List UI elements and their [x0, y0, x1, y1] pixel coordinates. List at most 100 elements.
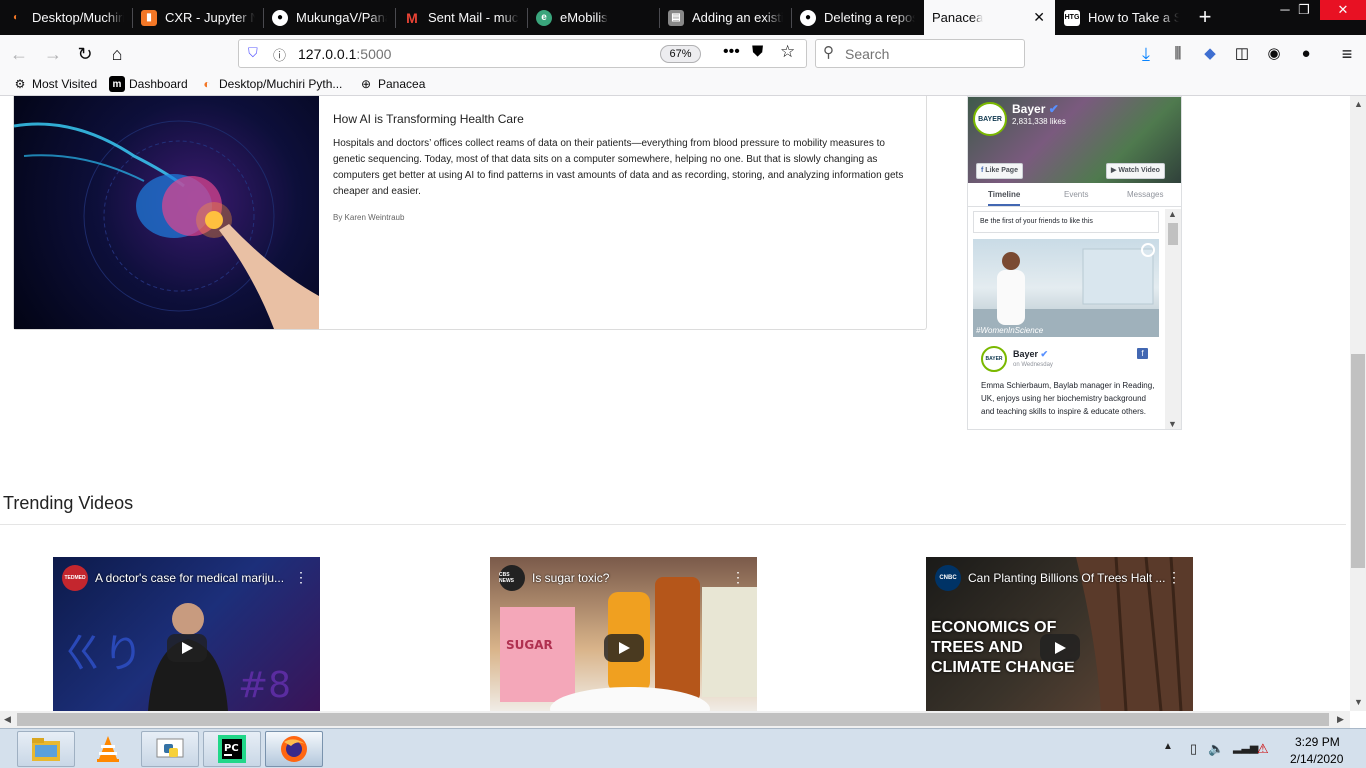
kebab-menu-icon[interactable]: ⋮ — [294, 569, 308, 586]
channel-name: TEDMED — [64, 575, 86, 581]
downloads-icon[interactable]: ⤓ — [1133, 41, 1159, 67]
post-avatar[interactable]: BAYER — [981, 346, 1007, 372]
chevron-right-icon[interactable]: ▶ — [1337, 714, 1344, 725]
facebook-page-name[interactable]: Bayer ✔ — [1012, 102, 1059, 116]
kebab-menu-icon[interactable]: ⋮ — [731, 569, 745, 586]
page-vertical-scrollbar[interactable]: ▲ ▼ — [1350, 96, 1366, 711]
tab-github-panacea[interactable]: ● MukungaV/Pana — [264, 0, 395, 35]
horizontal-scroll-thumb[interactable] — [17, 713, 1329, 726]
pocket-icon[interactable]: ⛊ — [752, 43, 763, 60]
watch-video-button[interactable]: ▶ Watch Video — [1106, 163, 1165, 179]
bookmark-most-visited[interactable]: ⚙ Most Visited — [12, 75, 98, 93]
file-explorer-icon[interactable] — [17, 731, 75, 767]
back-icon[interactable]: ← — [6, 41, 32, 67]
network-warning-icon[interactable]: ⚠ — [1257, 741, 1269, 757]
chevron-up-icon[interactable]: ▲ — [1168, 209, 1177, 219]
clock-time[interactable]: 3:29 PM — [1295, 735, 1340, 749]
battery-icon[interactable]: ▯ — [1190, 741, 1197, 757]
widget-scroll-thumb[interactable] — [1168, 223, 1178, 245]
facebook-icon[interactable]: f — [1137, 348, 1148, 359]
kebab-menu-icon[interactable]: ⋮ — [1167, 569, 1181, 586]
play-button-icon[interactable] — [167, 634, 207, 662]
facebook-post-image[interactable]: #WomenInScience — [973, 239, 1159, 337]
bookmark-label: Desktop/Muchiri Pyth... — [219, 77, 343, 91]
video-embed-sugar-toxic[interactable]: SUGAR CBS NEWS Is sugar toxic? ⋮ — [490, 557, 757, 711]
home-icon[interactable]: ⌂ — [104, 41, 130, 67]
forward-icon[interactable]: → — [40, 41, 66, 67]
tab-gmail[interactable]: M Sent Mail - much — [396, 0, 527, 35]
tab-adding-existing[interactable]: ▤ Adding an existi — [660, 0, 791, 35]
shield-icon[interactable]: ⛉ — [248, 45, 258, 61]
emobilis-icon: e — [536, 9, 552, 26]
tray-expand-icon[interactable]: ▲ — [1163, 741, 1173, 752]
chevron-left-icon[interactable]: ◀ — [4, 714, 11, 725]
tab-panacea[interactable]: Panacea ✕ — [924, 0, 1055, 35]
clock-date[interactable]: 2/14/2020 — [1290, 752, 1343, 766]
reload-icon[interactable]: ↻ — [72, 41, 98, 67]
python-icon[interactable] — [141, 731, 199, 767]
chevron-up-icon[interactable]: ▲ — [1354, 99, 1363, 109]
chevron-down-icon[interactable]: ▼ — [1354, 697, 1363, 707]
extension-icon[interactable]: ◆ — [1197, 41, 1223, 67]
vertical-scroll-thumb[interactable] — [1351, 354, 1365, 568]
page-actions-icon[interactable]: ••• — [723, 43, 740, 61]
bookmark-panacea[interactable]: ⊕ Panacea — [358, 75, 425, 93]
bookmark-desktop-muchiri[interactable]: ◐ Desktop/Muchiri Pyth... — [199, 75, 342, 93]
library-icon[interactable]: ⫼ — [1165, 41, 1191, 67]
play-button-icon[interactable] — [604, 634, 644, 662]
like-page-button[interactable]: f Like Page — [976, 163, 1023, 179]
svg-text:PC: PC — [224, 743, 239, 754]
page-horizontal-scrollbar[interactable]: ◀ ▶ — [0, 711, 1350, 728]
channel-avatar[interactable]: CBS NEWS — [499, 565, 525, 591]
maximize-button[interactable]: ❐ — [1284, 0, 1324, 20]
tab-how-to-take[interactable]: HTG How to Take a Sc — [1056, 0, 1187, 35]
tab-label: Desktop/Muchiri — [32, 10, 124, 25]
notebook-icon: ▮ — [141, 9, 157, 26]
profile-icon[interactable]: ● — [1293, 41, 1319, 67]
video-title[interactable]: A doctor's case for medical mariju... — [95, 571, 295, 585]
post-author[interactable]: Bayer ✔ — [1013, 349, 1048, 360]
article-author: By Karen Weintraub — [333, 213, 405, 222]
tab-cxr-jupyter[interactable]: ▮ CXR - Jupyter Nc — [133, 0, 263, 35]
facebook-cover-image[interactable]: BAYER Bayer ✔ 2,831,338 likes f Like Pag… — [968, 97, 1181, 183]
fb-tab-timeline[interactable]: Timeline — [988, 190, 1020, 199]
chevron-down-icon[interactable]: ▼ — [1168, 419, 1177, 429]
widget-scrollbar[interactable]: ▲ ▼ — [1165, 209, 1181, 429]
github-icon: ● — [272, 9, 288, 26]
info-icon[interactable]: ⓘ — [273, 45, 286, 64]
url-bar[interactable]: ⛉ ⓘ 127.0.0.1:5000 67% ••• ⛊ ☆ — [238, 39, 807, 68]
vlc-icon[interactable] — [79, 731, 137, 767]
pycharm-icon[interactable]: PC — [203, 731, 261, 767]
bookmark-dashboard[interactable]: m Dashboard — [109, 75, 188, 93]
channel-avatar[interactable]: CNBC — [935, 565, 961, 591]
tab-deleting-repo[interactable]: ● Deleting a reposi — [792, 0, 923, 35]
article-title[interactable]: How AI is Transforming Health Care — [333, 112, 524, 126]
video-embed-trees-climate[interactable]: CNBC Can Planting Billions Of Trees Halt… — [926, 557, 1193, 711]
account-extension-icon[interactable]: ◉ — [1261, 41, 1287, 67]
video-title[interactable]: Is sugar toxic? — [532, 571, 732, 585]
play-button-icon[interactable] — [1040, 634, 1080, 662]
tab-desktop-muchiri[interactable]: ◐ Desktop/Muchiri — [0, 0, 132, 35]
signal-icon[interactable]: ▂▃▅ — [1233, 741, 1258, 754]
article-card[interactable]: How AI is Transforming Health Care Hospi… — [13, 96, 927, 330]
channel-avatar[interactable]: TEDMED — [62, 565, 88, 591]
window-close-button[interactable]: ✕ — [1320, 0, 1366, 20]
hamburger-menu-icon[interactable]: ≡ — [1334, 41, 1360, 67]
close-tab-icon[interactable]: ✕ — [1033, 9, 1045, 26]
sidebar-icon[interactable]: ◫ — [1229, 41, 1255, 67]
tab-emobilis[interactable]: e eMobilis — [528, 0, 659, 35]
bayer-logo: BAYER — [973, 102, 1007, 136]
video-title[interactable]: Can Planting Billions Of Trees Halt ... — [968, 571, 1168, 585]
fb-tab-messages[interactable]: Messages — [1127, 190, 1163, 199]
firefox-icon[interactable] — [265, 731, 323, 767]
search-bar[interactable]: ⚲ Search — [815, 39, 1025, 68]
facebook-likes-count: 2,831,338 likes — [1012, 117, 1066, 126]
gmail-icon: M — [406, 9, 418, 26]
bookmark-star-icon[interactable]: ☆ — [780, 42, 795, 62]
fb-tab-events[interactable]: Events — [1064, 190, 1088, 199]
zoom-level-badge[interactable]: 67% — [660, 45, 701, 63]
new-tab-button[interactable]: + — [1192, 4, 1218, 30]
url-text[interactable]: 127.0.0.1:5000 — [298, 46, 391, 62]
video-embed-medical-marijuana[interactable]: ㄍり #8 TEDMED A doctor's case for medical… — [53, 557, 320, 711]
volume-icon[interactable]: 🔈 — [1208, 741, 1224, 757]
